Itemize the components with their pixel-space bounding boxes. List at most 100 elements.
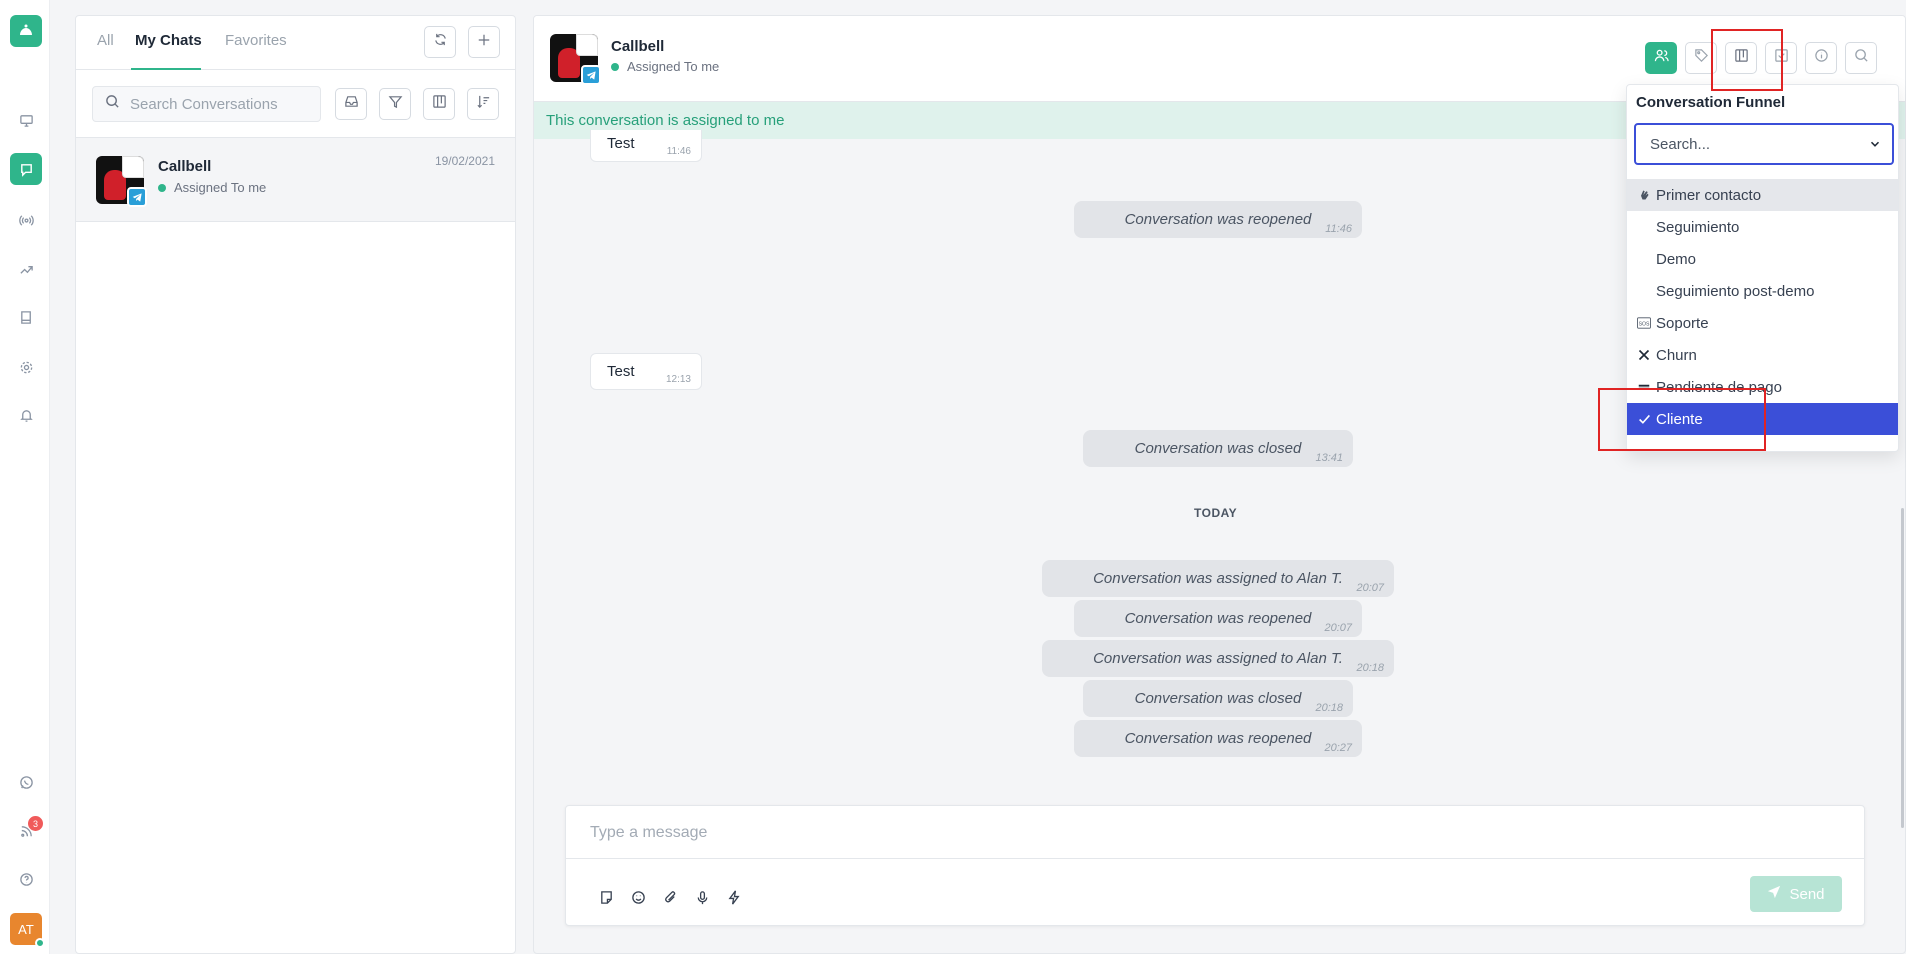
funnel-select[interactable] <box>1634 123 1894 165</box>
system-message-text: Conversation was reopened <box>1124 730 1312 747</box>
broadcast-icon[interactable] <box>14 208 38 232</box>
incoming-message: Test 12:13 <box>590 353 702 390</box>
monitor-icon[interactable] <box>14 108 38 132</box>
search-icon <box>1854 48 1869 68</box>
sort-icon <box>476 94 491 114</box>
chevron-down-icon <box>1868 137 1882 156</box>
funnel-option-primer-contacto[interactable]: Primer contacto <box>1627 179 1898 211</box>
option-label: Cliente <box>1656 410 1703 428</box>
message-composer: Send <box>565 805 1865 926</box>
trend-icon[interactable] <box>14 257 38 281</box>
cross-icon <box>1637 348 1651 362</box>
system-message: Conversation was closed 20:18 <box>1083 680 1353 717</box>
funnel-option-pendiente-de-pago[interactable]: Pendiente de pago <box>1627 371 1898 403</box>
funnel-option-soporte[interactable]: SOS Soporte <box>1627 307 1898 339</box>
option-label: Pendiente de pago <box>1656 378 1782 396</box>
funnel-option-demo[interactable]: Demo <box>1627 243 1898 275</box>
resolve-button[interactable] <box>1765 42 1797 74</box>
board-view-button[interactable] <box>423 88 455 120</box>
tab-my-chats[interactable]: My Chats <box>135 32 202 49</box>
option-label: Primer contacto <box>1656 186 1762 204</box>
note-icon[interactable] <box>596 887 616 907</box>
info-button[interactable] <box>1805 42 1837 74</box>
option-label: Seguimiento post-demo <box>1656 282 1815 300</box>
avatar-initials: AT <box>18 921 34 937</box>
bell-logo-icon[interactable] <box>10 15 42 47</box>
message-time: 13:41 <box>1315 452 1343 464</box>
search-messages-button[interactable] <box>1845 42 1877 74</box>
microphone-icon[interactable] <box>692 887 712 907</box>
message-text: Test <box>607 135 635 152</box>
funnel-option-seguimiento-post-demo[interactable]: Seguimiento post-demo <box>1627 275 1898 307</box>
bell-icon[interactable] <box>14 403 38 427</box>
message-time: 20:27 <box>1324 742 1352 754</box>
system-message-text: Conversation was closed <box>1134 440 1302 457</box>
send-button[interactable]: Send <box>1750 876 1842 912</box>
system-message-text: Conversation was reopened <box>1124 211 1312 228</box>
online-dot <box>611 62 619 71</box>
lightning-icon[interactable] <box>724 887 744 907</box>
funnel-option-cliente[interactable]: Cliente <box>1627 403 1898 435</box>
option-label: Churn <box>1656 346 1697 364</box>
system-message: Conversation was assigned to Alan T. 20:… <box>1042 640 1394 677</box>
funnel-button[interactable] <box>1725 42 1757 74</box>
message-scrollbar[interactable] <box>1901 508 1904 828</box>
message-time: 20:18 <box>1315 702 1343 714</box>
conversation-funnel-dropdown: Conversation Funnel Primer contacto Segu… <box>1626 84 1899 452</box>
refresh-button[interactable] <box>424 26 456 58</box>
info-icon <box>1814 48 1829 68</box>
search-input[interactable] <box>130 95 310 113</box>
chat-contact-name: Callbell <box>611 38 665 55</box>
emoji-icon[interactable] <box>628 887 648 907</box>
option-label: Soporte <box>1656 314 1709 332</box>
conversation-list-item[interactable]: Callbell Assigned To me 19/02/2021 <box>76 138 515 222</box>
plus-icon <box>477 33 491 52</box>
funnel-option-seguimiento[interactable]: Seguimiento <box>1627 211 1898 243</box>
filter-button[interactable] <box>379 88 411 120</box>
sos-icon: SOS <box>1637 316 1651 330</box>
system-message: Conversation was assigned to Alan T. 20:… <box>1042 560 1394 597</box>
whatsapp-icon[interactable] <box>14 770 38 794</box>
bars-icon <box>1637 380 1651 394</box>
message-time: 12:13 <box>665 374 691 385</box>
funnel-option-churn[interactable]: Churn <box>1627 339 1898 371</box>
system-message: Conversation was reopened 20:27 <box>1074 720 1362 757</box>
chat-icon[interactable] <box>10 153 42 185</box>
message-time: 11:46 <box>1325 223 1352 235</box>
assign-button[interactable] <box>1645 42 1677 74</box>
send-label: Send <box>1789 885 1825 903</box>
message-time: 11:46 <box>666 146 691 157</box>
incoming-message: Test 11:46 <box>590 130 702 162</box>
telegram-icon <box>127 187 147 207</box>
message-time: 20:18 <box>1356 662 1384 674</box>
sort-button[interactable] <box>467 88 499 120</box>
conversation-date: 19/02/2021 <box>434 154 495 168</box>
gear-icon[interactable] <box>14 355 38 379</box>
tab-favorites[interactable]: Favorites <box>225 32 287 49</box>
tab-all[interactable]: All <box>97 32 114 49</box>
option-label: Seguimiento <box>1656 218 1740 236</box>
filter-icon <box>388 94 403 114</box>
help-icon[interactable] <box>14 867 38 891</box>
system-message-text: Conversation was assigned to Alan T. <box>1093 650 1343 667</box>
paperclip-icon[interactable] <box>660 887 680 907</box>
tag-button[interactable] <box>1685 42 1717 74</box>
system-message: Conversation was reopened 20:07 <box>1074 600 1362 637</box>
message-text: Test <box>607 363 635 380</box>
chat-contact-status: Assigned To me <box>611 59 719 74</box>
message-time: 20:07 <box>1324 622 1352 634</box>
inbox-button[interactable] <box>335 88 367 120</box>
conversation-status: Assigned To me <box>158 180 266 195</box>
funnel-search-input[interactable] <box>1650 135 1850 153</box>
conversation-search[interactable] <box>92 86 321 122</box>
active-tab-indicator <box>131 68 201 70</box>
new-conversation-button[interactable] <box>468 26 500 58</box>
user-avatar[interactable]: AT <box>10 913 45 948</box>
message-input[interactable] <box>590 820 1790 846</box>
nav-rail: 3 AT <box>0 0 50 954</box>
send-icon <box>1767 885 1781 903</box>
book-icon[interactable] <box>14 305 38 329</box>
system-message: Conversation was reopened 11:46 <box>1074 201 1362 238</box>
wave-hand-icon <box>1637 188 1651 202</box>
conversation-name: Callbell <box>158 158 212 175</box>
